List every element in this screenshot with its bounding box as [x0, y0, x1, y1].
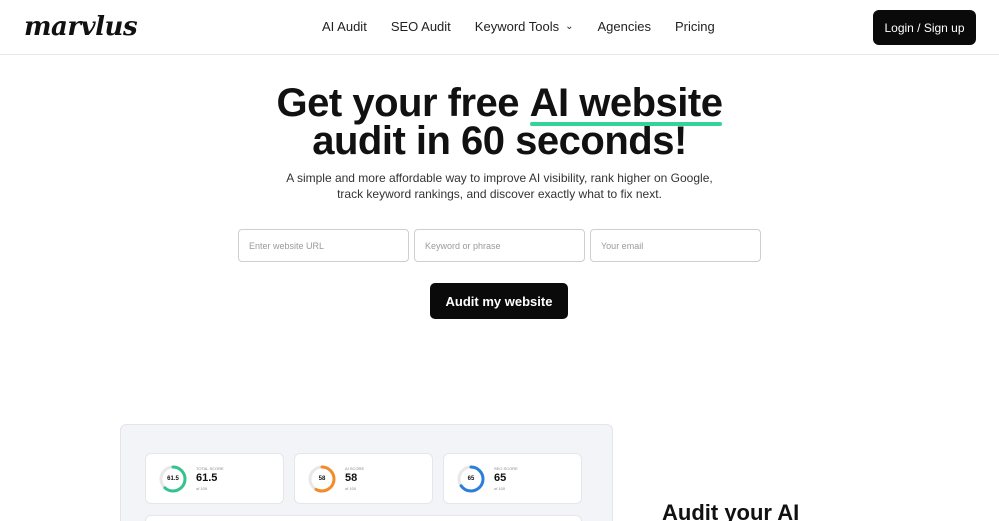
nav-seo-audit[interactable]: SEO Audit — [391, 19, 451, 34]
nav-pricing[interactable]: Pricing — [675, 19, 715, 34]
dashboard-preview: 61.5 TOTAL SCORE 61.5 of 100 58 AI SCORE… — [120, 424, 613, 521]
score-value: 61.5 — [196, 472, 218, 484]
keyword-input[interactable] — [414, 229, 585, 262]
score-card-seo: 65 SEO SCORE 65 of 100 — [443, 453, 582, 504]
score-ring-value: 58 — [318, 476, 326, 482]
hero-title-line-1: Get your free AI website — [276, 81, 723, 126]
section-title: Audit your AI — [662, 500, 800, 521]
nav-agencies[interactable]: Agencies — [598, 19, 651, 34]
email-input[interactable] — [590, 229, 761, 262]
score-ring-value: 65 — [467, 476, 475, 482]
login-signup-button[interactable]: Login / Sign up — [873, 10, 976, 45]
dashboard-panel — [145, 515, 582, 521]
score-max: of 100 — [345, 486, 357, 491]
site-header: marvlus AI Audit SEO Audit Keyword Tools… — [0, 0, 999, 55]
website-url-input[interactable] — [238, 229, 409, 262]
page: marvlus AI Audit SEO Audit Keyword Tools… — [0, 0, 999, 521]
nav-keyword-tools[interactable]: Keyword Tools ⌄ — [475, 19, 574, 34]
score-max: of 100 — [494, 486, 506, 491]
chevron-down-icon: ⌄ — [565, 21, 574, 32]
hero-title: Get your free AI website audit in 60 sec… — [0, 81, 999, 163]
hero-title-line-2: audit in 60 seconds! — [312, 119, 687, 163]
score-card-total: 61.5 TOTAL SCORE 61.5 of 100 — [145, 453, 284, 504]
nav-ai-audit[interactable]: AI Audit — [322, 19, 367, 34]
score-label: TOTAL SCORE — [196, 466, 224, 471]
hero-title-highlight: AI website — [529, 81, 723, 126]
hero-subtitle: A simple and more affordable way to impr… — [286, 171, 713, 201]
audit-website-button[interactable]: Audit my website — [430, 283, 568, 319]
score-card-ai: 58 AI SCORE 58 of 100 — [294, 453, 433, 504]
logo[interactable]: marvlus — [24, 12, 138, 42]
main-nav: AI Audit SEO Audit Keyword Tools ⌄ Agenc… — [322, 19, 739, 34]
score-max: of 100 — [196, 486, 208, 491]
score-label: SEO SCORE — [494, 466, 518, 471]
score-ring-value: 61.5 — [167, 476, 179, 482]
score-value: 58 — [345, 472, 358, 484]
score-label: AI SCORE — [345, 466, 365, 471]
score-value: 65 — [494, 472, 507, 484]
